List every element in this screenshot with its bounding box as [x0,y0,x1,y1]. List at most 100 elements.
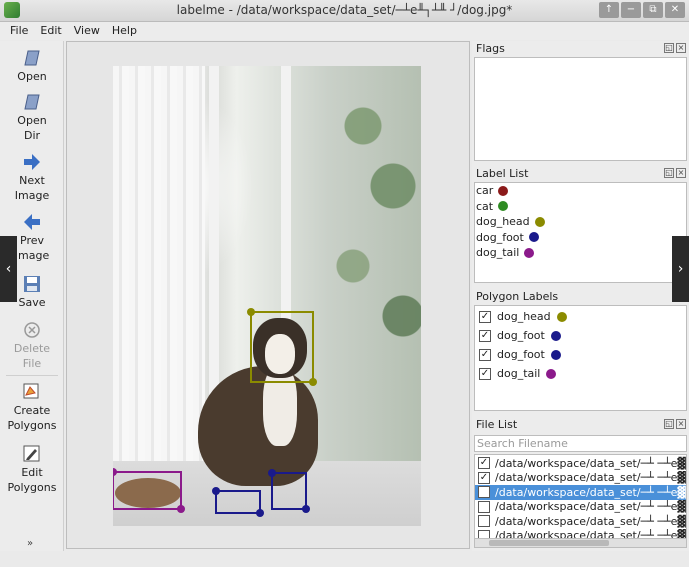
open-dir-label-2: Dir [23,129,41,142]
create-label-2: Polygons [7,419,57,432]
float-icon[interactable]: ◱ [664,43,674,53]
file-list-item[interactable]: /data/workspace/data_set/─┴ ─┴e▓ [475,500,686,515]
edit-pencil-icon [23,445,40,462]
open-button[interactable]: Open [0,49,64,84]
file-path: /data/workspace/data_set/─┴ ─┴e▓ [495,514,686,528]
window-title: labelme - /data/workspace/data_set/─┴e╨┐… [176,3,513,17]
label-list-item[interactable]: dog_tail [475,245,686,261]
file-list-item[interactable]: ✓ /data/workspace/data_set/─┴ ─┴e▓ [475,471,686,486]
annotation-dog-head[interactable] [250,311,314,383]
menu-help[interactable]: Help [106,22,143,40]
polygon-labels-panel-title: Polygon Labels ◱ [472,289,689,305]
menu-file[interactable]: File [4,22,34,40]
vertex-handle[interactable] [256,509,264,517]
label-list-title: Label List [476,167,529,180]
vertex-handle[interactable] [302,505,310,513]
label-list-panel-title: Label List ◱ × [472,166,689,182]
arrow-right-icon [24,154,40,170]
close-icon[interactable]: × [676,43,686,53]
annotation-dog-tail[interactable] [113,471,182,510]
file-checkbox[interactable] [478,500,490,513]
label-color-dot [498,201,509,212]
label-list-item[interactable]: cat [475,199,686,215]
file-list[interactable]: ✓ /data/workspace/data_set/─┴ ─┴e▓ ✓ /data… [474,454,687,542]
file-checkbox[interactable] [478,486,490,499]
polygon-label-item[interactable]: ✓ dog_head [475,307,686,326]
file-search-input[interactable]: Search Filename [474,435,687,452]
label-list-item[interactable]: dog_foot [475,230,686,246]
label-text: dog_tail [476,246,520,260]
flags-list[interactable] [474,57,687,161]
label-list[interactable]: car cat dog_head dog_foot dog_tail [474,182,687,283]
maximize-button[interactable]: ⧉ [643,2,663,18]
scrollbar-thumb[interactable] [489,540,609,546]
file-list-scrollbar[interactable] [474,538,687,548]
vertex-handle[interactable] [113,468,117,476]
polygon-label-item[interactable]: ✓ dog_tail [475,364,686,383]
label-color-dot [546,368,557,379]
float-icon[interactable]: ◱ [664,168,674,178]
label-color-dot [498,185,509,196]
vertex-handle[interactable] [309,378,317,386]
menu-bar: File Edit View Help [0,22,689,40]
image-canvas[interactable] [66,41,470,549]
annotation-dog-foot[interactable] [215,490,261,514]
polygon-visible-checkbox[interactable]: ✓ [479,310,491,323]
folder-icon [24,50,40,66]
minimize-button[interactable]: − [621,2,641,18]
window-controls: ↑ − ⧉ ✕ [599,2,685,18]
file-path: /data/workspace/data_set/─┴ ─┴e▓ [495,471,686,485]
polygon-visible-checkbox[interactable]: ✓ [479,348,491,361]
delete-icon [24,322,40,338]
label-text: dog_head [476,215,530,229]
vertex-handle[interactable] [268,469,276,477]
arrow-left-icon [24,214,40,230]
next-label-1: Next [19,174,45,187]
polygon-label-text: dog_head [497,310,551,323]
file-list-item-selected[interactable]: /data/workspace/data_set/─┴ ─┴e▓ [475,485,686,500]
file-checkbox[interactable]: ✓ [478,471,490,484]
polygon-labels-title: Polygon Labels [476,290,559,303]
close-button[interactable]: ✕ [665,2,685,18]
next-arrow-icon[interactable]: › [672,236,689,302]
polygon-visible-checkbox[interactable]: ✓ [479,367,491,380]
annotation-dog-foot[interactable] [271,472,307,510]
flags-panel-title: Flags ◱ × [472,41,689,57]
create-polygons-button[interactable]: Create Polygons [0,383,64,433]
close-icon[interactable]: × [676,419,686,429]
prev-arrow-icon[interactable]: ‹ [0,236,17,302]
polygon-label-item[interactable]: ✓ dog_foot [475,345,686,364]
polygon-label-text: dog_foot [497,348,545,361]
file-checkbox[interactable] [478,515,490,528]
vertex-handle[interactable] [247,308,255,316]
annotation-overlay[interactable] [113,66,421,526]
vertex-handle[interactable] [177,505,185,513]
polygon-labels-list[interactable]: ✓ dog_head ✓ dog_foot ✓ dog_foot ✓ dog_tail [474,305,687,411]
menu-edit[interactable]: Edit [34,22,67,40]
polygon-visible-checkbox[interactable]: ✓ [479,329,491,342]
menu-view[interactable]: View [68,22,106,40]
delete-label-2: File [22,357,42,370]
file-list-title: File List [476,418,518,431]
edit-polygons-button[interactable]: Edit Polygons [0,445,64,495]
label-list-item[interactable]: dog_head [475,214,686,230]
label-list-item[interactable]: car [475,183,686,199]
keep-above-button[interactable]: ↑ [599,2,619,18]
float-icon[interactable]: ◱ [664,419,674,429]
file-list-item[interactable]: /data/workspace/data_set/─┴ ─┴e▓ [475,514,686,529]
file-checkbox[interactable]: ✓ [478,457,490,470]
right-dock: Flags ◱ × Label List ◱ × car cat dog_head … [472,41,689,551]
open-label: Open [17,70,47,83]
file-list-item[interactable]: ✓ /data/workspace/data_set/─┴ ─┴e▓ [475,456,686,471]
label-color-dot [528,232,539,243]
delete-file-button[interactable]: Delete File [0,321,64,371]
toolbar-separator [6,375,58,376]
close-icon[interactable]: × [676,168,686,178]
flags-title: Flags [476,42,505,55]
next-image-button[interactable]: Next Image [0,153,64,203]
file-path: /data/workspace/data_set/─┴ ─┴e▓ [495,500,686,514]
toolbar-more-icon[interactable]: » [27,538,33,549]
polygon-label-item[interactable]: ✓ dog_foot [475,326,686,345]
open-dir-button[interactable]: Open Dir [0,93,64,143]
vertex-handle[interactable] [212,487,220,495]
